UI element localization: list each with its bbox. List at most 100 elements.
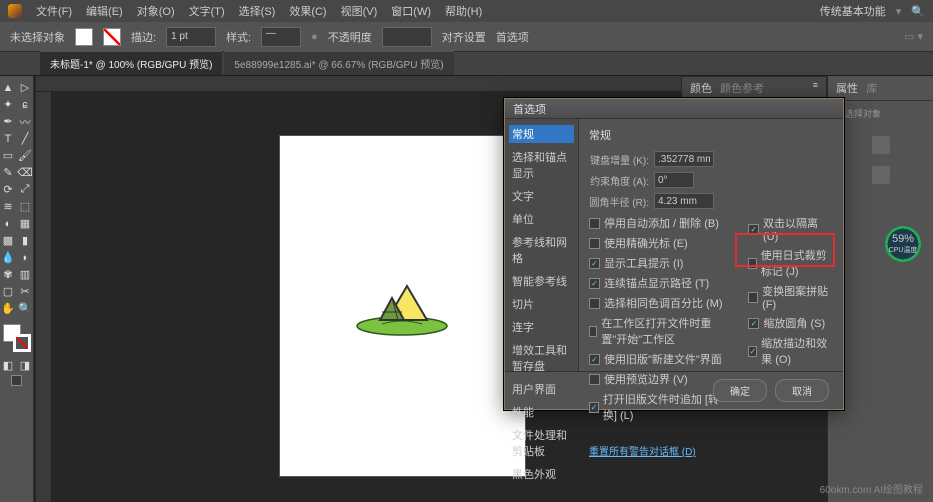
app-logo: [8, 4, 22, 18]
chk-anchor[interactable]: [589, 278, 600, 289]
draw-mode-icon[interactable]: ◨: [18, 358, 33, 373]
eyedropper-icon[interactable]: 💧: [1, 250, 16, 265]
pen-tool-icon[interactable]: ✒: [1, 114, 16, 129]
panel-shortcut-icon[interactable]: [872, 136, 890, 154]
fill-swatch[interactable]: [75, 28, 93, 46]
chk-transform-pattern[interactable]: [748, 292, 758, 303]
cancel-button[interactable]: 取消: [775, 379, 829, 402]
curvature-tool-icon[interactable]: 〰: [18, 114, 33, 129]
reset-warnings-link[interactable]: 重置所有警告对话框 (D): [589, 447, 696, 458]
stroke-swatch[interactable]: [103, 28, 121, 46]
artwork-zongzi-icon: [352, 276, 452, 336]
chk-scale-corners[interactable]: [748, 318, 759, 329]
lasso-tool-icon[interactable]: ɕ: [18, 97, 33, 112]
workspace-switcher[interactable]: 传统基本功能: [820, 3, 886, 19]
free-transform-icon[interactable]: ⬚: [18, 199, 33, 214]
corner-radius-input[interactable]: [654, 193, 714, 209]
watermark-text: 60okm.com AI绘图教程: [820, 481, 923, 496]
document-tabs: 未标题-1* @ 100% (RGB/GPU 预览) 5e88999e1285.…: [0, 52, 933, 76]
tools-panel: ▲▷ ✦ɕ ✒〰 T╱ ▭🖌 ✎⌫ ⟳⤢ ≋⬚ ◐▦ ▩▮ 💧◗ ✾▥ ▢✂ ✋…: [0, 76, 34, 502]
chk-legacy-new[interactable]: [589, 354, 600, 365]
ok-button[interactable]: 确定: [713, 379, 767, 402]
symbol-sprayer-icon[interactable]: ✾: [1, 267, 16, 282]
opacity-dropdown[interactable]: [382, 27, 432, 47]
eraser-tool-icon[interactable]: ⌫: [18, 165, 33, 180]
menu-edit[interactable]: 编辑(E): [86, 3, 123, 19]
rectangle-tool-icon[interactable]: ▭: [1, 148, 16, 163]
panel-shortcut-icon[interactable]: [872, 166, 890, 184]
kb-increment-label: 键盘增量 (K):: [589, 152, 649, 167]
magic-wand-icon[interactable]: ✦: [1, 97, 16, 112]
chk-startws[interactable]: [589, 326, 597, 337]
preferences-dialog: 首选项 常规 选择和锚点显示 文字 单位 参考线和网格 智能参考线 切片 连字 …: [504, 98, 844, 410]
menu-help[interactable]: 帮助(H): [445, 3, 482, 19]
artboard-tool-icon[interactable]: ▢: [1, 284, 16, 299]
zoom-tool-icon[interactable]: 🔍: [18, 301, 33, 316]
blend-tool-icon[interactable]: ◗: [18, 250, 33, 265]
tab-doc2[interactable]: 5e88999e1285.ai* @ 66.67% (RGB/GPU 预览): [224, 51, 453, 75]
color-mode-icon[interactable]: ◧: [1, 358, 16, 373]
mesh-tool-icon[interactable]: ▩: [1, 233, 16, 248]
options-bar: 未选择对象 描边: 样式: — ● 不透明度 对齐设置 首选项 ▭ ▾: [0, 22, 933, 52]
rotate-tool-icon[interactable]: ⟳: [1, 182, 16, 197]
slice-tool-icon[interactable]: ✂: [18, 284, 33, 299]
cat-type[interactable]: 文字: [509, 187, 574, 205]
menu-object[interactable]: 对象(O): [137, 3, 175, 19]
color-guide-tab[interactable]: 颜色参考: [720, 80, 764, 96]
cat-plugins[interactable]: 增效工具和暂存盘: [509, 341, 574, 375]
brush-tool-icon[interactable]: 🖌: [18, 148, 33, 163]
menu-effect[interactable]: 效果(C): [289, 3, 326, 19]
shaper-tool-icon[interactable]: ✎: [1, 165, 16, 180]
chk-tint[interactable]: [589, 298, 600, 309]
doc-setup-button[interactable]: 对齐设置: [442, 29, 486, 45]
selection-tool-icon[interactable]: ▲: [1, 80, 16, 95]
menu-file[interactable]: 文件(F): [36, 3, 72, 19]
graph-tool-icon[interactable]: ▥: [18, 267, 33, 282]
width-tool-icon[interactable]: ≋: [1, 199, 16, 214]
screen-mode-icon[interactable]: [11, 375, 22, 386]
chk-tooltips[interactable]: [589, 258, 600, 269]
artboard[interactable]: [280, 136, 525, 476]
chk-precise[interactable]: [589, 238, 600, 249]
cat-filehandling[interactable]: 文件处理和剪贴板: [509, 426, 574, 460]
type-tool-icon[interactable]: T: [1, 131, 16, 146]
scale-tool-icon[interactable]: ⤢: [18, 182, 33, 197]
dialog-title: 首选项: [505, 99, 843, 119]
search-icon[interactable]: 🔍: [911, 5, 925, 18]
cat-smartguides[interactable]: 智能参考线: [509, 272, 574, 290]
cat-hyphen[interactable]: 连字: [509, 318, 574, 336]
stroke-label: 描边:: [131, 29, 156, 45]
perspective-icon[interactable]: ▦: [18, 216, 33, 231]
shape-builder-icon[interactable]: ◐: [1, 216, 16, 231]
chk-scale-strokes[interactable]: [748, 346, 757, 357]
chk-jp-crop[interactable]: [748, 258, 756, 269]
menubar: 文件(F) 编辑(E) 对象(O) 文字(T) 选择(S) 效果(C) 视图(V…: [0, 0, 933, 22]
direct-select-tool-icon[interactable]: ▷: [18, 80, 33, 95]
menu-select[interactable]: 选择(S): [239, 3, 276, 19]
cat-units[interactable]: 单位: [509, 210, 574, 228]
menu-type[interactable]: 文字(T): [189, 3, 225, 19]
hand-tool-icon[interactable]: ✋: [1, 301, 16, 316]
chk-dblclick-isolate[interactable]: [748, 224, 759, 235]
cat-guides[interactable]: 参考线和网格: [509, 233, 574, 267]
stroke-weight-input[interactable]: [166, 27, 216, 47]
style-dropdown[interactable]: —: [261, 27, 301, 47]
cat-slices[interactable]: 切片: [509, 295, 574, 313]
menu-window[interactable]: 窗口(W): [391, 3, 431, 19]
prefs-button[interactable]: 首选项: [496, 29, 529, 45]
ruler-vertical: [36, 92, 52, 502]
cat-general[interactable]: 常规: [509, 125, 574, 143]
tab-doc1[interactable]: 未标题-1* @ 100% (RGB/GPU 预览): [40, 51, 222, 75]
cat-selection[interactable]: 选择和锚点显示: [509, 148, 574, 182]
line-tool-icon[interactable]: ╱: [18, 131, 33, 146]
style-label: 样式:: [226, 29, 251, 45]
kb-increment-input[interactable]: [654, 151, 714, 167]
gradient-tool-icon[interactable]: ▮: [18, 233, 33, 248]
fill-stroke-control[interactable]: [3, 324, 31, 352]
menu-view[interactable]: 视图(V): [341, 3, 378, 19]
cat-black[interactable]: 黑色外观: [509, 465, 574, 483]
chk-autoadd[interactable]: [589, 218, 600, 229]
color-panel-tab[interactable]: 颜色: [690, 80, 712, 96]
cpu-gauge: 59%CPU温度: [885, 226, 921, 262]
constrain-angle-input[interactable]: [654, 172, 694, 188]
